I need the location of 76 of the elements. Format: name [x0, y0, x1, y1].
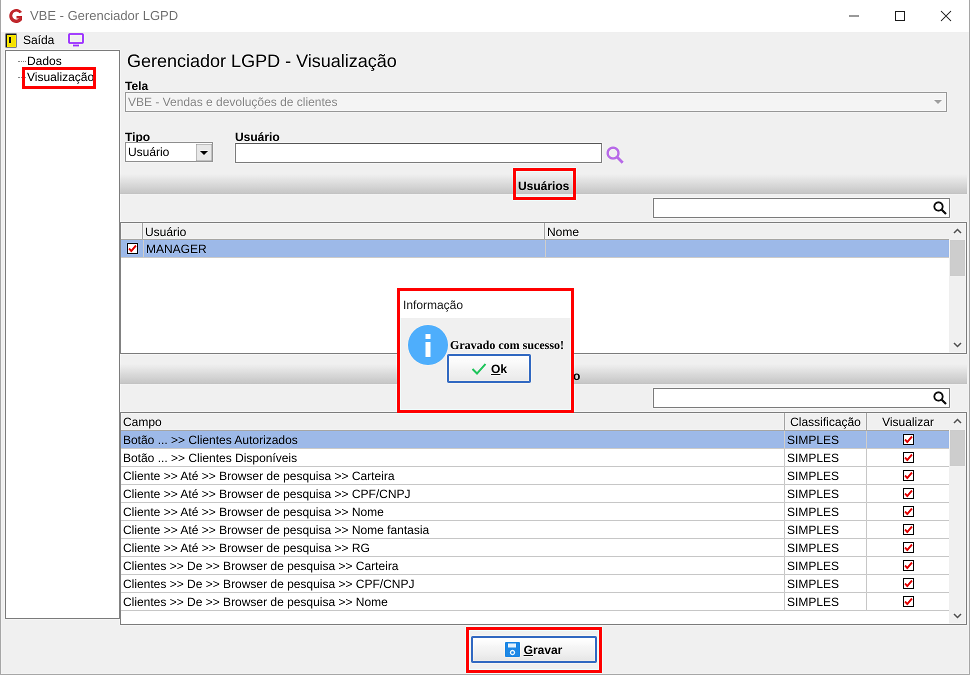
column-header[interactable]: Nome — [545, 223, 949, 239]
checkbox[interactable] — [902, 560, 914, 571]
table-cell: Clientes >> De >> Browser de pesquisa >> Nome — [121, 593, 785, 610]
info-icon — [408, 325, 448, 365]
table-cell: SIMPLES — [785, 557, 867, 574]
scrollbar[interactable] — [949, 223, 966, 353]
checkbox[interactable] — [902, 596, 914, 607]
caret-icon[interactable] — [196, 144, 212, 160]
scroll-thumb[interactable] — [950, 240, 965, 276]
app-logo-icon — [8, 8, 24, 24]
save-button[interactable]: Gravar — [470, 636, 596, 663]
field-label: Usuário — [235, 129, 281, 142]
checkbox[interactable] — [902, 542, 914, 553]
table-row[interactable]: MANAGER — [121, 240, 949, 258]
search-field[interactable] — [653, 198, 950, 218]
table-cell: SIMPLES — [785, 431, 867, 448]
checkbox[interactable] — [902, 578, 914, 589]
table-cell: SIMPLES — [785, 521, 867, 538]
table-cell: Clientes >> De >> Browser de pesquisa >> CPF/CNPJ — [121, 575, 785, 592]
search-icon[interactable] — [933, 391, 947, 405]
table-cell: Cliente >> Até >> Browser de pesquisa >> Nome fantasia — [121, 521, 785, 538]
dialog-message: Gravado com sucesso! — [450, 337, 564, 354]
table-row[interactable]: Cliente >> Até >> Browser de pesquisa >> Nome SIMPLES — [121, 503, 949, 521]
ok-button[interactable]: Ok — [447, 354, 531, 383]
user-input-field[interactable] — [235, 143, 602, 163]
table-row[interactable]: Clientes >> De >> Browser de pesquisa >> CPF/CNPJ SIMPLES — [121, 575, 949, 593]
field-label: Tela — [125, 78, 150, 92]
table-cell: SIMPLES — [785, 449, 867, 466]
table-row[interactable]: Cliente >> Até >> Browser de pesquisa >> CPF/CNPJ SIMPLES — [121, 485, 949, 503]
section-title: Usuários — [518, 178, 570, 195]
search-icon[interactable] — [933, 201, 947, 215]
search-field[interactable] — [653, 388, 950, 408]
tree-item[interactable]: Dados — [26, 54, 63, 68]
column-header[interactable]: Visualizar — [867, 413, 949, 430]
table-row[interactable]: Cliente >> Até >> Browser de pesquisa >> Carteira SIMPLES — [121, 467, 949, 485]
checkbox[interactable] — [902, 524, 914, 535]
tree-item[interactable]: Visualização — [26, 70, 96, 84]
table-row[interactable]: Clientes >> De >> Browser de pesquisa >> Carteira SIMPLES — [121, 557, 949, 575]
type-dropdown[interactable]: Usuário — [125, 142, 213, 162]
monitor-icon[interactable] — [68, 33, 84, 47]
checkmark-icon — [470, 362, 487, 376]
window-title: VBE - Gerenciador LGPD — [30, 7, 178, 26]
table-cell: Cliente >> Até >> Browser de pesquisa >> CPF/CNPJ — [121, 485, 785, 502]
table-cell: Botão ... >> Clientes Autorizados — [121, 431, 785, 448]
column-header[interactable]: Usuário — [143, 223, 545, 239]
checkbox[interactable] — [126, 243, 138, 254]
table-cell: SIMPLES — [785, 539, 867, 556]
table-cell: SIMPLES — [785, 593, 867, 610]
table-cell: Clientes >> De >> Browser de pesquisa >> Carteira — [121, 557, 785, 574]
checkbox[interactable] — [902, 488, 914, 499]
table-cell: Cliente >> Até >> Browser de pesquisa >> RG — [121, 539, 785, 556]
column-header[interactable]: Classificação — [785, 413, 867, 430]
field-label: Tipo — [125, 129, 152, 142]
table-cell: MANAGER — [143, 240, 545, 257]
checkbox[interactable] — [902, 506, 914, 517]
page-heading: Gerenciador LGPD - Visualização — [127, 50, 398, 72]
table-cell: SIMPLES — [785, 503, 867, 520]
table-cell: SIMPLES — [785, 485, 867, 502]
checkbox[interactable] — [902, 452, 914, 463]
table-cell: Cliente >> Até >> Browser de pesquisa >> Carteira — [121, 467, 785, 484]
table-cell: SIMPLES — [785, 467, 867, 484]
checkbox[interactable] — [902, 470, 914, 481]
table-row[interactable]: Cliente >> Até >> Browser de pesquisa >> Nome fantasia SIMPLES — [121, 521, 949, 539]
door-icon — [5, 32, 17, 48]
table-cell: Botão ... >> Clientes Disponíveis — [121, 449, 785, 466]
table-row[interactable]: Cliente >> Até >> Browser de pesquisa >> RG SIMPLES — [121, 539, 949, 557]
table-row[interactable]: Botão ... >> Clientes Disponíveis SIMPLES — [121, 449, 949, 467]
table-row[interactable]: Clientes >> De >> Browser de pesquisa >> Nome SIMPLES — [121, 593, 949, 611]
scroll-thumb[interactable] — [950, 430, 965, 466]
table-cell: Cliente >> Até >> Browser de pesquisa >> Nome — [121, 503, 785, 520]
table-row[interactable]: Botão ... >> Clientes Autorizados SIMPLES — [121, 431, 949, 449]
exit-button[interactable]: Saída — [5, 32, 54, 48]
scrollbar[interactable] — [949, 413, 966, 624]
dialog-title: Informação — [400, 291, 571, 318]
checkbox[interactable] — [902, 434, 914, 445]
table-cell: SIMPLES — [785, 575, 867, 592]
